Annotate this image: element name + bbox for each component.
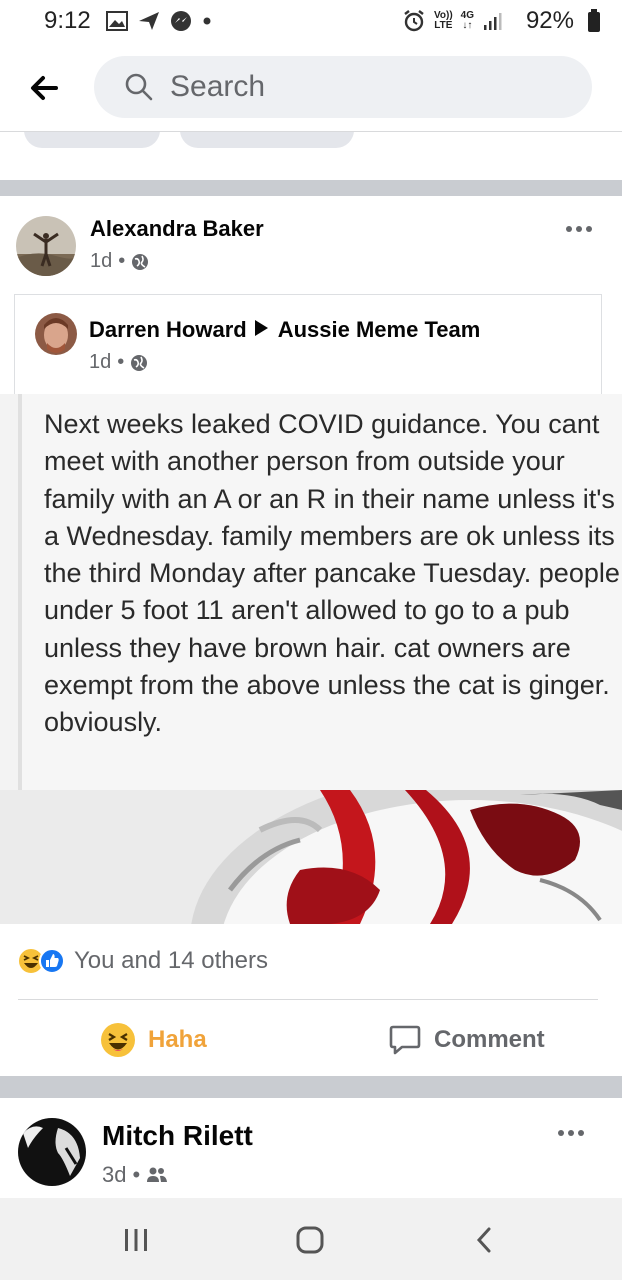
post-author[interactable]: Mitch Rilett: [102, 1120, 253, 1152]
haha-button[interactable]: Haha: [100, 1016, 207, 1064]
comment-icon: [389, 1025, 421, 1055]
feed-post: Mitch Rilett 3d •: [0, 1098, 622, 1198]
feed-divider: [0, 1076, 622, 1098]
post-author[interactable]: Alexandra Baker: [90, 216, 264, 242]
shared-avatar[interactable]: [35, 313, 77, 355]
chevron-left-icon: [476, 1227, 491, 1253]
status-bar: 9:12 Vo)) LTE 4G ↓↑ 92%: [0, 0, 622, 44]
recent-apps-icon: [125, 1229, 147, 1251]
meme-background-graphic: [0, 790, 622, 924]
comment-button[interactable]: Comment: [388, 1016, 545, 1064]
more-options-button[interactable]: [558, 1130, 584, 1136]
shared-author[interactable]: Darren Howard: [89, 317, 247, 342]
dot-icon: [203, 17, 211, 25]
friends-icon: [147, 1167, 168, 1182]
post-time: 1d: [90, 250, 113, 272]
status-time: 9:12: [44, 7, 91, 34]
shared-time: 1d: [89, 351, 112, 373]
haha-label: Haha: [148, 1026, 207, 1053]
globe-icon: [132, 253, 149, 270]
meta-dot: •: [118, 250, 126, 272]
recent-apps-button[interactable]: [116, 1222, 156, 1258]
search-header: Search: [0, 44, 622, 132]
meta-dot: •: [132, 1162, 141, 1187]
filter-chip[interactable]: [180, 132, 354, 148]
meme-text-area: Next weeks leaked COVID guidance. You ca…: [18, 394, 622, 790]
gallery-icon: [106, 11, 128, 31]
system-icons: Vo)) LTE 4G ↓↑: [402, 9, 502, 33]
search-placeholder: Search: [170, 70, 266, 103]
shared-avatar-photo: [35, 313, 77, 355]
post-meta: 1d •: [90, 250, 149, 273]
home-button[interactable]: [290, 1222, 330, 1258]
signal-icon: [484, 13, 502, 30]
battery-percent: 92%: [525, 7, 574, 34]
avatar[interactable]: [16, 216, 76, 276]
triangle-right-icon: [254, 320, 268, 336]
back-button[interactable]: [26, 70, 62, 106]
action-divider: [18, 999, 598, 1000]
globe-icon: [131, 354, 148, 371]
battery-icon: [588, 9, 600, 32]
system-nav-bar: [0, 1198, 622, 1280]
reactions-text: You and 14 others: [74, 947, 268, 974]
back-nav-button[interactable]: [464, 1222, 504, 1258]
volte-indicator: Vo)) LTE: [433, 10, 453, 31]
haha-emoji-icon: [101, 1023, 135, 1057]
post-image[interactable]: Next weeks leaked COVID guidance. You ca…: [0, 394, 622, 924]
meta-dot: •: [117, 351, 125, 373]
like-icon: [39, 948, 65, 974]
shared-meta: 1d •: [89, 351, 148, 374]
avatar-photo: [16, 216, 76, 276]
avatar[interactable]: [18, 1118, 86, 1186]
search-input[interactable]: Search: [94, 56, 592, 118]
alarm-icon: [404, 10, 424, 32]
back-arrow-icon: [31, 76, 58, 100]
notification-icons: [106, 10, 212, 32]
shared-group[interactable]: Aussie Meme Team: [278, 317, 481, 342]
comment-label: Comment: [434, 1026, 545, 1053]
send-icon: [139, 12, 159, 30]
meme-text: Next weeks leaked COVID guidance. You ca…: [44, 409, 620, 738]
network-indicator: 4G ↓↑: [460, 10, 474, 31]
filter-chip[interactable]: [24, 132, 160, 148]
post-time: 3d: [102, 1162, 127, 1187]
reactions-summary[interactable]: You and 14 others: [16, 946, 268, 976]
home-icon: [296, 1226, 324, 1254]
messenger-icon: [171, 11, 191, 31]
feed-divider: [0, 180, 622, 196]
more-options-button[interactable]: [566, 226, 592, 232]
avatar-photo: [18, 1118, 86, 1186]
post-meta: 3d •: [102, 1162, 168, 1188]
shared-author-line: Darren Howard Aussie Meme Team: [89, 317, 480, 343]
feed-post: Alexandra Baker 1d • Darren Howard Aussie…: [0, 196, 622, 1076]
filter-chips: [0, 132, 622, 180]
search-icon: [125, 73, 153, 101]
shared-post-header: Darren Howard Aussie Meme Team 1d •: [14, 294, 602, 394]
